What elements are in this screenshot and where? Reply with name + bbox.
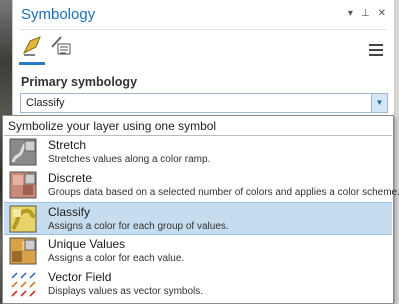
chevron-down-icon[interactable]: ▼ [371, 94, 387, 112]
title-separator [20, 29, 387, 30]
list-header: Symbolize your layer using one symbol [8, 119, 217, 133]
option-description: Assigns a color for each group of values… [48, 221, 229, 232]
pin-icon[interactable]: ⊥ [361, 8, 370, 19]
close-icon[interactable]: ✕ [378, 8, 386, 19]
option-title: Classify [48, 205, 91, 219]
brush-list-icon [51, 36, 71, 55]
option-vector-field[interactable]: Vector Field Displays values as vector s… [4, 268, 392, 301]
option-title: Vector Field [48, 270, 112, 284]
tab-symbology-options[interactable] [49, 33, 71, 59]
option-discrete[interactable]: Discrete Groups data based on a selected… [4, 169, 399, 202]
option-unique-values[interactable]: Unique Values Assigns a color for each v… [4, 235, 392, 268]
symbology-method-dropdown[interactable]: Classify ▼ [20, 93, 388, 113]
option-description: Groups data based on a selected number o… [48, 187, 399, 198]
option-classify[interactable]: Classify Assigns a color for each group … [4, 202, 392, 235]
option-description: Assigns a color for each value. [48, 253, 185, 264]
option-stretch[interactable]: Stretch Stretches values along a color r… [4, 136, 392, 169]
primary-symbology-label: Primary symbology [21, 75, 138, 89]
dropdown-selected-value: Classify [26, 97, 65, 109]
option-title: Stretch [48, 138, 87, 152]
tab-primary-symbology[interactable] [21, 33, 43, 59]
option-description: Stretches values along a color ramp. [48, 154, 211, 165]
pane-controls: ▾ ⊥ ✕ [348, 8, 386, 19]
vector-field-icon [11, 272, 36, 297]
symbology-dropdown-list: Symbolize your layer using one symbol St… [2, 115, 399, 304]
hamburger-menu-icon[interactable] [369, 44, 383, 56]
pane-options-icon[interactable]: ▾ [348, 8, 353, 19]
window-edge [395, 0, 399, 304]
option-title: Unique Values [48, 237, 126, 251]
discrete-icon [9, 171, 37, 199]
stretch-icon [9, 138, 37, 166]
unique-values-icon [9, 237, 37, 265]
classify-icon [9, 205, 37, 233]
option-description: Displays values as vector symbols. [48, 286, 204, 297]
active-tab-indicator [19, 62, 45, 65]
option-title: Discrete [48, 171, 93, 185]
paintbrush-icon [22, 36, 41, 56]
pane-title: Symbology [21, 6, 96, 23]
